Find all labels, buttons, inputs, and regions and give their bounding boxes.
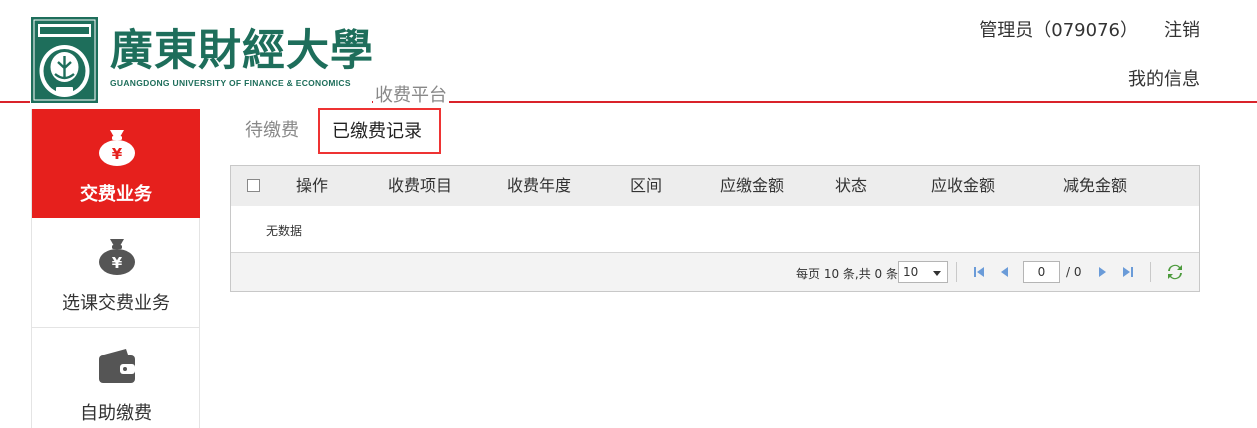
first-page-icon[interactable]	[972, 265, 986, 279]
university-logo: 廣東財經大學 GUANGDONG UNIVERSITY OF FINANCE &…	[30, 16, 374, 106]
column-header-reduction[interactable]: 减免金额	[1063, 176, 1127, 196]
column-header-receivable[interactable]: 应收金额	[931, 176, 995, 196]
user-name: 管理员（079076）	[979, 20, 1138, 41]
table-header: 操作 收费项目 收费年度 区间 应缴金额 状态 应收金额 减免金额	[231, 166, 1199, 206]
pager-separator	[956, 262, 957, 282]
current-page-input[interactable]: 0	[1023, 261, 1060, 283]
page-size-value: 10	[903, 265, 919, 279]
sidebar: ¥ 交费业务 ¥ 选课交费业务 自助缴费	[31, 109, 200, 428]
sidebar-item-self-payment[interactable]: 自助缴费	[32, 328, 200, 428]
sidebar-item-label: 自助缴费	[80, 403, 152, 424]
column-header-period[interactable]: 区间	[630, 176, 662, 196]
logout-link[interactable]: 注销	[1164, 20, 1200, 41]
column-header-amount-due[interactable]: 应缴金额	[720, 176, 784, 196]
sidebar-item-payment-business[interactable]: ¥ 交费业务	[32, 109, 200, 218]
column-header-fee-year[interactable]: 收费年度	[507, 176, 571, 196]
svg-text:¥: ¥	[112, 254, 123, 272]
page-size-select[interactable]: 10	[898, 261, 948, 283]
logo-english-name: GUANGDONG UNIVERSITY OF FINANCE & ECONOM…	[110, 78, 351, 88]
column-header-fee-item[interactable]: 收费项目	[388, 176, 452, 196]
empty-table-message: 无数据	[266, 224, 303, 238]
chevron-down-icon	[933, 271, 941, 276]
total-pages: / 0	[1066, 265, 1082, 279]
previous-page-icon[interactable]	[998, 265, 1012, 279]
page: 廣東財經大學 GUANGDONG UNIVERSITY OF FINANCE &…	[0, 0, 1257, 428]
column-header-status[interactable]: 状态	[835, 176, 867, 196]
next-page-icon[interactable]	[1095, 265, 1109, 279]
pagination-bar: 每页 10 条,共 0 条 10 0 / 0	[231, 252, 1199, 291]
paid-records-table: 操作 收费项目 收费年度 区间 应缴金额 状态 应收金额 减免金额 无数据 每页…	[230, 165, 1200, 292]
tab-paid-records[interactable]: 已缴费记录	[318, 108, 441, 154]
pager-separator	[1150, 262, 1151, 282]
refresh-icon[interactable]	[1167, 264, 1183, 280]
sidebar-item-label: 选课交费业务	[62, 293, 170, 314]
user-info: 管理员（079076） 注销	[979, 16, 1200, 42]
platform-title: 收费平台	[373, 85, 449, 107]
wallet-icon	[99, 349, 135, 383]
university-seal-icon	[31, 17, 98, 103]
column-header-action[interactable]: 操作	[296, 176, 328, 196]
money-bag-icon: ¥	[99, 239, 135, 275]
my-info-link[interactable]: 我的信息	[1128, 65, 1200, 91]
page-size-summary: 每页 10 条,共 0 条	[796, 267, 898, 281]
tab-pending-payment[interactable]: 待缴费	[245, 119, 299, 143]
last-page-icon[interactable]	[1121, 265, 1135, 279]
money-bag-icon: ¥	[99, 130, 135, 166]
sidebar-item-label: 交费业务	[80, 184, 152, 205]
logo-chinese-name: 廣東財經大學	[110, 26, 374, 76]
header: 廣東財經大學 GUANGDONG UNIVERSITY OF FINANCE &…	[0, 0, 1257, 106]
svg-text:¥: ¥	[112, 145, 123, 163]
select-all-checkbox[interactable]	[247, 179, 260, 192]
sidebar-item-course-payment[interactable]: ¥ 选课交费业务	[32, 218, 200, 328]
